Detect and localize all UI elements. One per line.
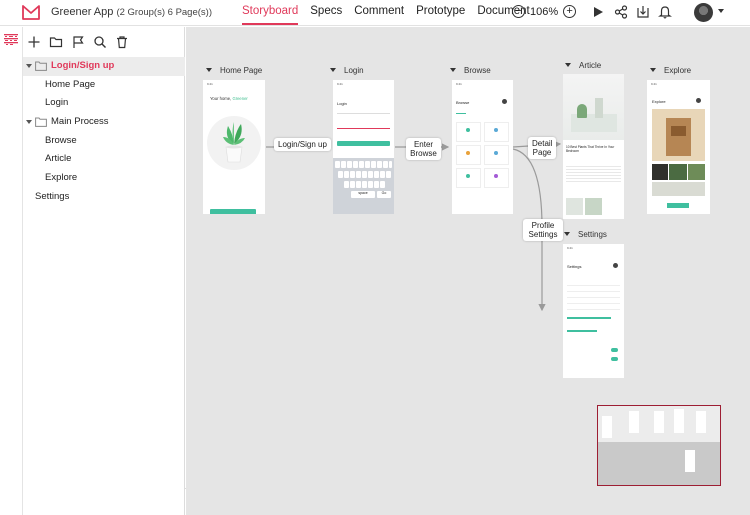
- tree-label: Main Process: [51, 116, 109, 128]
- link-login-signup[interactable]: Login/Sign up: [274, 138, 331, 151]
- caret-down-icon[interactable]: [26, 64, 32, 68]
- tree-label: Settings: [35, 190, 70, 202]
- share-icon[interactable]: [614, 5, 628, 19]
- screen-label-explore[interactable]: Explore: [650, 66, 691, 75]
- tree-label: Article: [45, 153, 72, 165]
- plant-illustration: [223, 122, 245, 163]
- page-tree: Login/Sign up Home Page Login Main Proce…: [23, 57, 185, 207]
- zoom-control: − 106% +: [512, 5, 577, 18]
- screen-label-browse[interactable]: Browse: [450, 66, 491, 75]
- tree-item-login[interactable]: Login: [23, 94, 185, 113]
- download-icon[interactable]: [636, 5, 650, 19]
- caret-down-icon[interactable]: [26, 120, 32, 125]
- screen-name: Article: [579, 61, 602, 70]
- browse-title: Browse: [456, 100, 470, 105]
- app-name: Greener App: [51, 6, 114, 18]
- tab-specs[interactable]: Specs: [310, 5, 342, 25]
- link-profile-settings[interactable]: Profile Settings: [523, 219, 563, 241]
- artboard-settings[interactable]: 9:41 Settings: [563, 244, 624, 378]
- tree-label: Explore: [45, 172, 78, 184]
- screen-label-home-page[interactable]: Home Page: [206, 66, 262, 75]
- screen-name: Home Page: [220, 66, 263, 75]
- keyboard: space Go: [333, 158, 394, 214]
- project-logo-icon[interactable]: [4, 33, 18, 47]
- app-page-count: (2 Group(s) 6 Page(s)): [116, 7, 212, 18]
- bell-icon[interactable]: [658, 5, 672, 19]
- artboard-login[interactable]: 9:41 Login space Go: [333, 80, 394, 214]
- zoom-level: 106%: [530, 5, 559, 18]
- tree-group-login-signup[interactable]: Login/Sign up: [23, 57, 185, 76]
- tab-prototype[interactable]: Prototype: [416, 5, 465, 25]
- explore-title: Explore: [652, 99, 666, 104]
- caret-down-icon: [330, 68, 336, 72]
- link-detail-page[interactable]: Detail Page: [528, 137, 556, 159]
- zoom-in-button[interactable]: +: [563, 5, 577, 18]
- caret-down-icon: [564, 232, 570, 236]
- page-sidebar: Login/Sign up Home Page Login Main Proce…: [23, 27, 185, 515]
- avatar[interactable]: [694, 3, 713, 22]
- folder-icon: [35, 61, 47, 71]
- artboard-home-page[interactable]: 9:41 Your home, Greener Sign Up: [203, 80, 265, 214]
- chevron-down-icon[interactable]: [718, 9, 724, 13]
- tree-label: Home Page: [45, 78, 96, 90]
- artboard-article[interactable]: 10 Best Plants That Thrive In Your Bedro…: [563, 74, 624, 219]
- screen-name: Browse: [464, 66, 491, 75]
- link-label: Login/Sign up: [278, 140, 327, 149]
- tab-storyboard[interactable]: Storyboard: [242, 5, 299, 25]
- tree-label: Login/Sign up: [51, 60, 115, 71]
- flag-icon[interactable]: [71, 35, 85, 49]
- login-title: Login: [337, 101, 347, 106]
- home-headline: Your home, Greener: [210, 96, 248, 101]
- left-rail: [0, 27, 23, 515]
- folder-icon[interactable]: [49, 35, 63, 49]
- folder-icon: [35, 117, 47, 127]
- plus-icon[interactable]: [27, 35, 41, 49]
- screen-label-login[interactable]: Login: [330, 66, 364, 75]
- sidebar-toolbar: [23, 31, 185, 53]
- tree-label: Login: [45, 97, 69, 109]
- caret-down-icon: [206, 68, 212, 72]
- screen-name: Settings: [578, 230, 607, 239]
- tree-item-explore[interactable]: Explore: [23, 169, 185, 188]
- top-bar: Greener App (2 Group(s) 6 Page(s)) Story…: [0, 0, 750, 26]
- screen-name: Explore: [664, 66, 692, 75]
- mockplus-logo-icon[interactable]: [22, 4, 40, 20]
- link-label: Detail Page: [532, 139, 553, 157]
- link-label: Enter Browse: [410, 140, 437, 158]
- tab-comment[interactable]: Comment: [354, 5, 404, 25]
- tree-label: Browse: [45, 134, 77, 146]
- artboard-browse[interactable]: 9:41 Browse: [452, 80, 513, 214]
- link-enter-browse[interactable]: Enter Browse: [406, 138, 441, 160]
- article-title: 10 Best Plants That Thrive In Your Bedro…: [566, 145, 615, 153]
- trash-icon[interactable]: [115, 35, 129, 49]
- settings-title: Settings: [567, 264, 582, 269]
- tree-item-home-page[interactable]: Home Page: [23, 76, 185, 95]
- tree-item-browse[interactable]: Browse: [23, 132, 185, 151]
- storyboard-canvas[interactable]: Home Page 9:41 Your home, Greener Sign U…: [186, 27, 750, 515]
- screen-label-article[interactable]: Article: [565, 61, 601, 70]
- link-label: Profile Settings: [528, 221, 558, 239]
- caret-down-icon: [565, 63, 571, 67]
- screen-name: Login: [344, 66, 364, 75]
- screen-label-settings[interactable]: Settings: [564, 230, 607, 239]
- go-key: Go: [377, 191, 391, 198]
- tree-group-main-process[interactable]: Main Process: [23, 113, 185, 132]
- app-title: Greener App (2 Group(s) 6 Page(s)): [51, 6, 212, 18]
- tree-item-article[interactable]: Article: [23, 150, 185, 169]
- caret-down-icon: [450, 68, 456, 72]
- artboard-explore[interactable]: 9:41 Explore: [647, 80, 710, 214]
- play-icon[interactable]: [591, 5, 605, 19]
- zoom-out-button[interactable]: −: [512, 5, 525, 18]
- main-tabs: Storyboard Specs Comment Prototype Docum…: [242, 5, 542, 25]
- space-key: space: [351, 191, 375, 198]
- search-icon[interactable]: [93, 35, 107, 49]
- key: [335, 161, 340, 168]
- canvas-minimap[interactable]: [597, 405, 721, 486]
- tree-item-settings[interactable]: Settings: [23, 188, 185, 207]
- caret-down-icon: [650, 68, 656, 72]
